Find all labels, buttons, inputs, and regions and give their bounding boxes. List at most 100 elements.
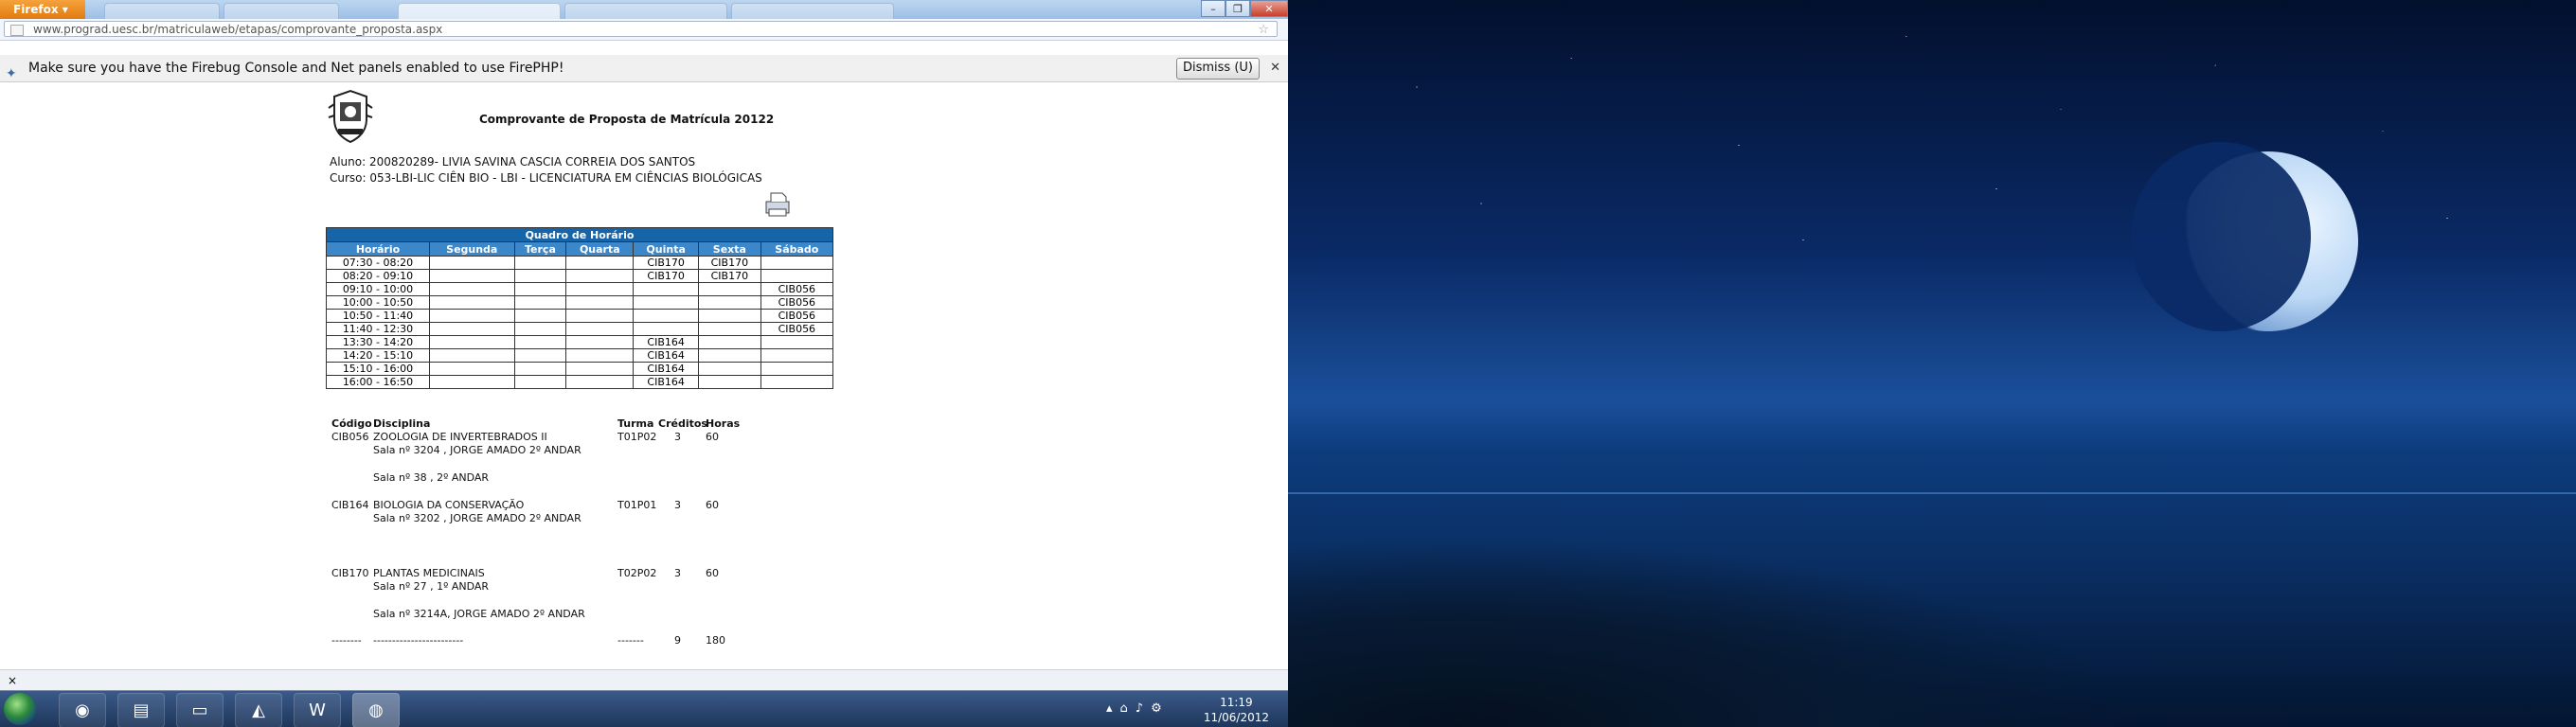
firefox-taskbar-icon[interactable]: ◍ <box>352 693 400 727</box>
navigation-bar: www.prograd.uesc.br/matriculaweb/etapas/… <box>0 19 1288 41</box>
schedule-cell <box>513 309 567 323</box>
schedule-cell <box>565 375 635 389</box>
schedule-cell <box>565 295 635 310</box>
firefox-menu-button[interactable]: Firefox ▾ <box>0 0 85 19</box>
schedule-cell <box>760 256 834 270</box>
discipline-room: Sala nº 3214A, JORGE AMADO 2º ANDAR <box>373 608 585 620</box>
browser-tab[interactable] <box>564 3 727 20</box>
schedule-cell: CIB056 <box>760 282 834 296</box>
schedule-cell <box>698 309 761 323</box>
schedule-time-cell: 10:00 - 10:50 <box>326 295 430 310</box>
chrome-taskbar-icon[interactable]: ◉ <box>59 693 106 727</box>
schedule-time-cell: 09:10 - 10:00 <box>326 282 430 296</box>
firephp-message: Make sure you have the Firebug Console a… <box>28 61 564 76</box>
schedule-cell <box>429 348 515 363</box>
schedule-cell <box>565 322 635 336</box>
schedule-cell <box>760 335 834 349</box>
schedule-time-cell: 14:20 - 15:10 <box>326 348 430 363</box>
site-identity-icon[interactable] <box>10 25 24 36</box>
schedule-cell <box>760 348 834 363</box>
totals-dashes: ------------------------ <box>373 634 464 647</box>
horizon <box>1288 492 2576 494</box>
schedule-cell <box>429 282 515 296</box>
schedule-caption: Quadro de Horário <box>326 227 833 242</box>
schedule-cell: CIB164 <box>633 362 700 376</box>
schedule-row: 10:50 - 11:40 CIB056 <box>326 309 834 323</box>
discipline-code: CIB056 <box>331 431 369 443</box>
column-header: Sexta <box>698 241 761 257</box>
url-text: www.prograd.uesc.br/matriculaweb/etapas/… <box>33 23 443 36</box>
schedule-cell <box>513 295 567 310</box>
schedule-cell <box>565 282 635 296</box>
schedule-cell <box>513 362 567 376</box>
acrobat-taskbar-icon[interactable]: ◭ <box>235 693 282 727</box>
bookmark-star-icon[interactable]: ☆ <box>1258 22 1269 38</box>
totals-dashes: -------- <box>331 634 362 647</box>
header-turma: Turma <box>617 417 654 430</box>
schedule-time-cell: 15:10 - 16:00 <box>326 362 430 376</box>
schedule-cell <box>565 256 635 270</box>
dismiss-button[interactable]: Dismiss (U) <box>1175 58 1260 80</box>
schedule-cell <box>698 348 761 363</box>
browser-tab[interactable] <box>104 3 220 20</box>
discipline-horas: 60 <box>706 567 719 579</box>
browser-tab[interactable] <box>224 3 339 20</box>
column-header: Horário <box>326 241 430 257</box>
header-code: Código <box>331 417 372 430</box>
page-content: Comprovante de Proposta de Matrícula 201… <box>0 82 1288 669</box>
folder-taskbar-icon[interactable]: ▭ <box>176 693 224 727</box>
schedule-cell <box>429 256 515 270</box>
explorer-taskbar-icon[interactable]: ▤ <box>117 693 165 727</box>
tray-icons[interactable]: ▴⌂♪⚙ <box>1106 701 1170 716</box>
close-statusbar-icon[interactable]: × <box>8 674 17 687</box>
rocky-shore <box>1288 538 2140 727</box>
url-bar[interactable]: www.prograd.uesc.br/matriculaweb/etapas/… <box>4 21 1278 37</box>
browser-tab[interactable] <box>731 3 894 20</box>
schedule-cell: CIB170 <box>633 256 700 270</box>
system-tray: ▴⌂♪⚙ 11:19 11/06/2012 <box>1099 691 1288 727</box>
clock[interactable]: 11:19 11/06/2012 <box>1204 695 1269 725</box>
discipline-room: Sala nº 27 , 1º ANDAR <box>373 580 490 593</box>
schedule-cell <box>698 362 761 376</box>
close-window-button[interactable]: ✕ <box>1250 0 1288 17</box>
discipline-code: CIB170 <box>331 567 369 579</box>
column-header: Terça <box>513 241 567 257</box>
schedule-row: 10:00 - 10:50 CIB056 <box>326 295 834 310</box>
minimize-button[interactable]: – <box>1201 0 1225 17</box>
schedule-cell: CIB164 <box>633 335 700 349</box>
schedule-cell: CIB170 <box>698 269 761 283</box>
schedule-cell <box>633 309 700 323</box>
schedule-cell: CIB164 <box>633 375 700 389</box>
course-info: Curso: 053-LBI-LIC CIÊN BIO - LBI - LICE… <box>330 171 762 185</box>
printer-icon[interactable] <box>763 190 792 217</box>
schedule-time-cell: 07:30 - 08:20 <box>326 256 430 270</box>
total-horas: 180 <box>706 634 725 647</box>
word-taskbar-icon[interactable]: W <box>294 693 341 727</box>
schedule-cell: CIB056 <box>760 309 834 323</box>
schedule-row: 08:20 - 09:10 CIB170 CIB170 <box>326 269 834 283</box>
schedule-cell <box>429 335 515 349</box>
start-button[interactable] <box>4 693 36 725</box>
schedule-cell <box>698 375 761 389</box>
taskbar: ◉ ▤ ▭ ◭ W ◍ ▴⌂♪⚙ 11:19 11/06/2012 <box>0 690 1288 727</box>
schedule-cell <box>429 269 515 283</box>
discipline-name: ZOOLOGIA DE INVERTEBRADOS II <box>373 431 547 443</box>
schedule-cell <box>565 348 635 363</box>
column-header: Segunda <box>429 241 515 257</box>
schedule-cell: CIB170 <box>698 256 761 270</box>
schedule-cell <box>565 362 635 376</box>
restore-button[interactable]: ❐ <box>1225 0 1250 17</box>
schedule-cell <box>429 322 515 336</box>
browser-tab-active[interactable] <box>398 3 561 20</box>
column-header: Sábado <box>760 241 834 257</box>
close-notification-icon[interactable]: ✕ <box>1270 55 1280 81</box>
schedule-cell <box>513 282 567 296</box>
discipline-name: BIOLOGIA DA CONSERVAÇÃO <box>373 499 525 511</box>
schedule-row: 14:20 - 15:10 CIB164 <box>326 348 834 363</box>
schedule-cell <box>698 322 761 336</box>
schedule-cell <box>565 335 635 349</box>
desktop-wallpaper <box>1288 0 2576 727</box>
discipline-creditos: 3 <box>674 567 681 579</box>
schedule-time-cell: 08:20 - 09:10 <box>326 269 430 283</box>
schedule-cell <box>565 269 635 283</box>
